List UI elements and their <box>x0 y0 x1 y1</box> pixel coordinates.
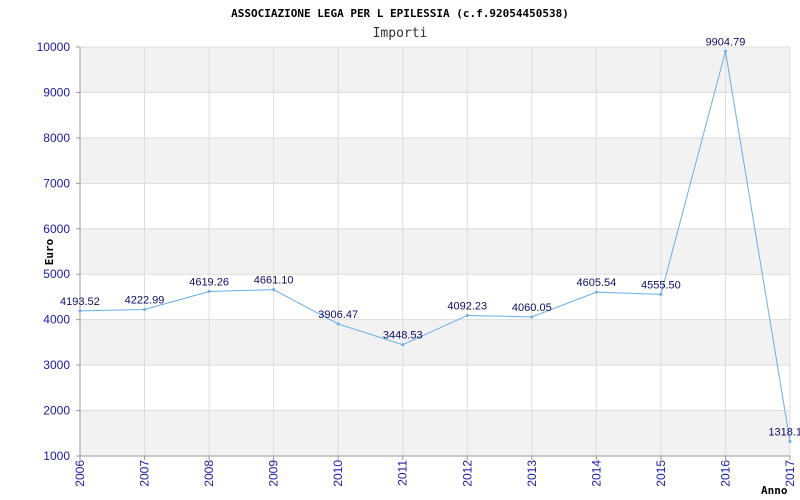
data-label: 4092.23 <box>447 300 487 312</box>
data-point <box>723 49 727 53</box>
data-point <box>659 292 663 296</box>
data-point <box>78 309 82 313</box>
data-label: 3448.53 <box>383 330 423 342</box>
y-tick-label: 3000 <box>43 358 70 372</box>
data-label: 3906.47 <box>318 309 358 321</box>
data-label: 4060.05 <box>512 302 552 314</box>
x-tick-label: 2012 <box>460 460 474 487</box>
grid-band <box>80 228 790 275</box>
data-point <box>207 290 211 294</box>
x-tick-label: 2014 <box>589 460 603 487</box>
x-axis-ticks: 2006 2007 2008 2009 2010 2011 2012 2013 2014 2015… <box>73 456 797 487</box>
data-label: 4661.10 <box>254 275 294 287</box>
y-tick-label: 5000 <box>43 267 70 281</box>
data-point <box>594 290 598 294</box>
grid-band <box>80 137 790 184</box>
grid-band <box>80 47 790 93</box>
data-point <box>401 343 405 347</box>
data-point <box>336 322 340 326</box>
data-label: 4555.50 <box>641 279 681 291</box>
y-tick-label: 7000 <box>43 176 70 190</box>
y-tick-label: 9000 <box>43 85 70 99</box>
line-chart: ASSOCIAZIONE LEGA PER L EPILESSIA (c.f.9… <box>37 7 800 497</box>
chart-subtitle: Importi <box>373 26 428 41</box>
y-tick-label: 8000 <box>43 131 70 145</box>
data-label: 4222.99 <box>125 295 165 307</box>
x-axis-label: Anno <box>761 484 788 497</box>
data-point <box>788 440 792 444</box>
y-tick-label: 4000 <box>43 313 70 327</box>
x-tick-label: 2006 <box>73 460 87 487</box>
data-label: 9904.79 <box>706 36 746 48</box>
grid-band <box>80 410 790 456</box>
data-label: 4193.52 <box>60 296 100 308</box>
grid-band <box>80 274 790 320</box>
grid-band <box>80 92 790 138</box>
data-point <box>465 313 469 317</box>
x-tick-label: 2009 <box>267 460 281 487</box>
x-tick-label: 2015 <box>654 460 668 487</box>
grid-band <box>80 365 790 411</box>
grid-band <box>80 183 790 229</box>
x-tick-label: 2007 <box>138 460 152 487</box>
y-tick-label: 2000 <box>43 404 70 418</box>
data-label: 4605.54 <box>576 277 616 289</box>
x-tick-label: 2017 <box>783 460 797 487</box>
data-point <box>272 288 276 292</box>
y-tick-label: 1000 <box>43 449 70 463</box>
x-tick-label: 2008 <box>202 460 216 487</box>
y-tick-label: 10000 <box>37 40 71 54</box>
x-tick-label: 2010 <box>331 460 345 487</box>
y-axis-label: Euro <box>43 238 56 265</box>
grid-bands <box>80 47 790 456</box>
data-label: 1318.1 <box>768 427 800 439</box>
x-tick-label: 2016 <box>718 460 732 487</box>
x-tick-label: 2013 <box>525 460 539 487</box>
y-tick-label: 6000 <box>43 222 70 236</box>
data-label: 4619.26 <box>189 277 229 289</box>
x-tick-label: 2011 <box>396 460 410 486</box>
chart-title: ASSOCIAZIONE LEGA PER L EPILESSIA (c.f.9… <box>231 7 569 20</box>
data-point <box>143 308 147 312</box>
grid-band <box>80 319 790 366</box>
data-point <box>530 315 534 319</box>
